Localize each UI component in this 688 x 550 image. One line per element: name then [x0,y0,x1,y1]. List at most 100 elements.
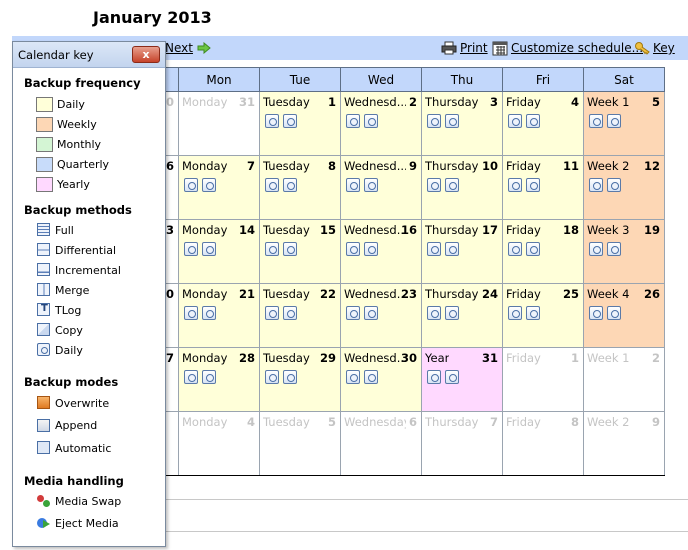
backup-job-icon[interactable] [346,114,360,128]
backup-job-icon[interactable] [607,242,621,256]
day-cell[interactable]: Tuesday 22 [259,283,341,348]
backup-job-icon[interactable] [445,370,459,384]
backup-job-icon[interactable] [202,370,216,384]
backup-job-icon[interactable] [526,242,540,256]
day-cell[interactable]: Thursday 24 [421,283,503,348]
day-cell[interactable]: Friday 4 [502,91,584,156]
backup-job-icon[interactable] [364,114,378,128]
backup-job-icon[interactable] [184,306,198,320]
backup-job-icon[interactable] [283,242,297,256]
backup-job-icon[interactable] [184,370,198,384]
day-cell[interactable]: Thursday 17 [421,219,503,284]
day-cell[interactable]: Wednesd... 2 [340,91,422,156]
backup-job-icon[interactable] [589,242,603,256]
day-cell[interactable]: Monday 7 [178,155,260,220]
backup-job-icon[interactable] [445,242,459,256]
backup-job-icon[interactable] [202,178,216,192]
day-cell[interactable]: Friday 18 [502,219,584,284]
backup-job-icon[interactable] [283,370,297,384]
day-cell[interactable]: Week 4 26 [583,283,665,348]
backup-job-icon[interactable] [265,370,279,384]
backup-job-icon[interactable] [346,370,360,384]
backup-job-icon[interactable] [427,370,441,384]
backup-job-icon[interactable] [283,178,297,192]
backup-job-icon[interactable] [589,306,603,320]
backup-job-icon[interactable] [364,306,378,320]
backup-job-icon[interactable] [508,178,522,192]
backup-job-icon[interactable] [364,178,378,192]
day-cell[interactable]: Thursday 3 [421,91,503,156]
backup-job-icon[interactable] [184,178,198,192]
backup-job-icon[interactable] [607,114,621,128]
next-month-button[interactable]: Next [165,40,211,56]
backup-job-icon[interactable] [427,178,441,192]
day-cell[interactable]: Year 31 [421,347,503,412]
backup-job-icon[interactable] [508,114,522,128]
backup-job-icon[interactable] [445,306,459,320]
day-cell[interactable]: Thursday 7 [421,411,503,476]
customize-schedule-button[interactable]: Customize schedule... [492,40,643,56]
printer-icon [441,41,457,55]
calendar-key-titlebar[interactable]: Calendar key x [13,42,165,68]
backup-job-icon[interactable] [508,306,522,320]
backup-job-icon[interactable] [445,114,459,128]
backup-job-icon[interactable] [589,178,603,192]
backup-job-icon[interactable] [445,178,459,192]
backup-job-icon[interactable] [526,306,540,320]
day-cell[interactable]: Week 2 12 [583,155,665,220]
backup-job-icon[interactable] [526,178,540,192]
backup-job-icon[interactable] [607,178,621,192]
day-cell[interactable]: Tuesday 29 [259,347,341,412]
backup-job-icon[interactable] [265,114,279,128]
day-cell[interactable]: Friday 25 [502,283,584,348]
day-cell[interactable]: Monday 31 [178,91,260,156]
day-cell[interactable]: Thursday 10 [421,155,503,220]
day-cell[interactable]: Wednesd... 16 [340,219,422,284]
key-button[interactable]: Key [634,40,675,56]
day-cell[interactable]: Week 3 19 [583,219,665,284]
print-button[interactable]: Print [441,40,488,56]
backup-job-icon[interactable] [346,242,360,256]
day-cell[interactable]: Tuesday 5 [259,411,341,476]
close-button[interactable]: x [132,46,160,63]
backup-job-icon[interactable] [184,242,198,256]
day-cell[interactable]: Wednesd... 23 [340,283,422,348]
day-cell[interactable]: Friday 1 [502,347,584,412]
day-cell[interactable]: Week 1 5 [583,91,665,156]
backup-job-icon[interactable] [589,114,603,128]
backup-job-icon[interactable] [265,242,279,256]
day-cell[interactable]: Wednesd... 9 [340,155,422,220]
backup-job-icon[interactable] [526,114,540,128]
backup-job-icon[interactable] [508,242,522,256]
day-cell[interactable]: Wednesd... 30 [340,347,422,412]
backup-job-icon[interactable] [346,178,360,192]
backup-job-icon[interactable] [607,306,621,320]
backup-job-icon[interactable] [265,306,279,320]
backup-job-icon[interactable] [283,306,297,320]
day-cell[interactable]: Week 2 9 [583,411,665,476]
day-cell[interactable]: Week 1 2 [583,347,665,412]
weekday-header-sat: Sat [583,67,665,92]
backup-job-icon[interactable] [364,370,378,384]
day-cell[interactable]: Monday 21 [178,283,260,348]
day-cell[interactable]: Friday 11 [502,155,584,220]
backup-job-icon[interactable] [427,306,441,320]
day-cell[interactable]: Monday 28 [178,347,260,412]
day-cell[interactable]: Monday 4 [178,411,260,476]
backup-job-icon[interactable] [202,306,216,320]
backup-job-icon[interactable] [364,242,378,256]
day-cell[interactable]: Wednesday 6 [340,411,422,476]
day-cell[interactable]: Tuesday 1 [259,91,341,156]
backup-job-icon[interactable] [202,242,216,256]
backup-job-icon[interactable] [265,178,279,192]
backup-job-icon[interactable] [427,242,441,256]
backup-job-icon[interactable] [427,114,441,128]
backup-job-icon[interactable] [283,114,297,128]
color-swatch [36,157,53,172]
day-cell[interactable]: Friday 8 [502,411,584,476]
backup-job-icon[interactable] [346,306,360,320]
day-number: 2 [408,95,417,109]
day-cell[interactable]: Monday 14 [178,219,260,284]
day-cell[interactable]: Tuesday 15 [259,219,341,284]
day-cell[interactable]: Tuesday 8 [259,155,341,220]
